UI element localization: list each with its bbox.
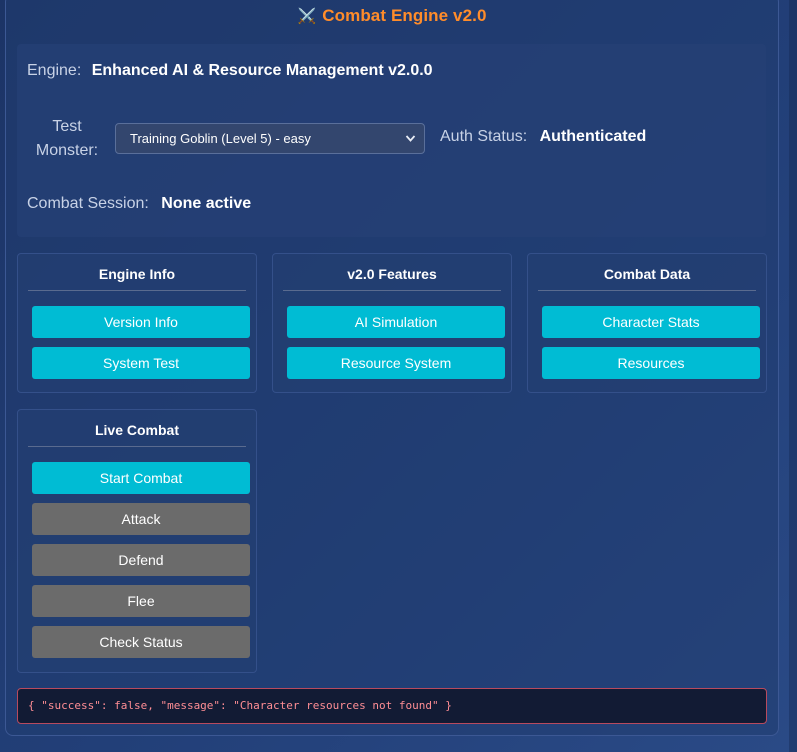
- engine-value: Enhanced AI & Resource Management v2.0.0: [91, 62, 433, 79]
- engine-info-card: Engine Info Version Info System Test: [17, 253, 257, 393]
- auth-status-label: Auth Status:: [440, 128, 528, 145]
- auth-status-value: Authenticated: [539, 128, 647, 145]
- result-output: { "success": false, "message": "Characte…: [17, 688, 767, 724]
- defend-button[interactable]: Defend: [32, 544, 250, 576]
- start-combat-button[interactable]: Start Combat: [32, 462, 250, 494]
- attack-button[interactable]: Attack: [32, 503, 250, 535]
- engine-row: Engine: Enhanced AI & Resource Managemen…: [27, 62, 433, 80]
- test-monster-select[interactable]: Training Goblin (Level 5) - easy: [115, 123, 425, 154]
- page-scrollbar[interactable]: [789, 0, 797, 752]
- ai-simulation-button[interactable]: AI Simulation: [287, 306, 505, 338]
- v2-features-card: v2.0 Features AI Simulation Resource Sys…: [272, 253, 512, 393]
- flee-button[interactable]: Flee: [32, 585, 250, 617]
- v2-features-title: v2.0 Features: [283, 266, 501, 291]
- title-text: Combat Engine v2.0: [322, 6, 487, 25]
- combat-session-value: None active: [161, 195, 252, 212]
- live-combat-card: Live Combat Start Combat Attack Defend F…: [17, 409, 257, 673]
- combat-session-label: Combat Session:: [27, 195, 149, 212]
- engine-label: Engine:: [27, 62, 82, 79]
- version-info-button[interactable]: Version Info: [32, 306, 250, 338]
- combat-session-row: Combat Session: None active: [27, 195, 251, 213]
- crossed-swords-icon: ⚔️: [297, 8, 317, 25]
- combat-data-card: Combat Data Character Stats Resources: [527, 253, 767, 393]
- check-status-button[interactable]: Check Status: [32, 626, 250, 658]
- resource-system-button[interactable]: Resource System: [287, 347, 505, 379]
- system-test-button[interactable]: System Test: [32, 347, 250, 379]
- test-monster-selected: Training Goblin (Level 5) - easy: [130, 131, 311, 146]
- live-combat-title: Live Combat: [28, 422, 246, 447]
- engine-info-title: Engine Info: [28, 266, 246, 291]
- engine-status-box: Engine: Enhanced AI & Resource Managemen…: [17, 44, 766, 237]
- combat-data-title: Combat Data: [538, 266, 756, 291]
- resources-button[interactable]: Resources: [542, 347, 760, 379]
- auth-status-row: Auth Status: Authenticated: [440, 128, 646, 146]
- test-monster-label: Test Monster:: [35, 118, 99, 159]
- chevron-down-icon: [405, 124, 416, 165]
- character-stats-button[interactable]: Character Stats: [542, 306, 760, 338]
- page-title: ⚔️ Combat Engine v2.0: [6, 6, 778, 26]
